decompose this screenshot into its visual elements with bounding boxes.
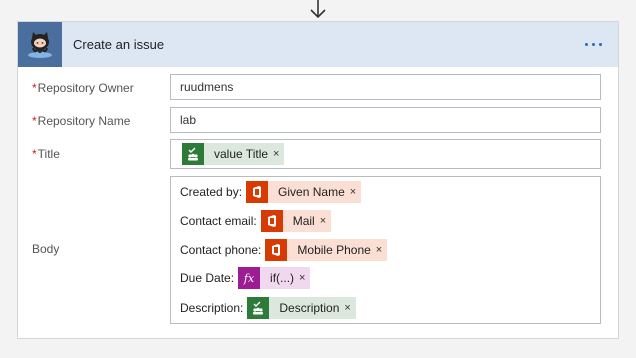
if-expression-token[interactable]: fx if(...) × xyxy=(238,267,311,289)
repository-name-input[interactable]: lab xyxy=(170,107,601,133)
create-issue-action-card: Create an issue *Repository Owner ruudme… xyxy=(17,21,619,339)
body-line-contact-phone: Contact phone: Mobile Phone × xyxy=(180,239,388,261)
remove-token-icon[interactable]: × xyxy=(349,181,362,203)
description-token[interactable]: Description × xyxy=(247,297,356,319)
title-label: *Title xyxy=(32,147,60,161)
repository-name-label-text: Repository Name xyxy=(37,114,131,128)
body-line-label: Created by: xyxy=(180,185,243,199)
body-input[interactable]: Created by: Given Name × Contact email: … xyxy=(170,176,601,324)
repository-owner-label: *Repository Owner xyxy=(32,81,134,95)
flow-down-arrow-icon xyxy=(310,0,326,19)
body-row: Body Created by: Given Name × Contact em… xyxy=(18,176,618,324)
token-label: if(...) xyxy=(260,267,300,289)
title-dynamic-token[interactable]: value Title × xyxy=(182,143,285,165)
given-name-token[interactable]: Given Name × xyxy=(246,181,362,203)
remove-token-icon[interactable]: × xyxy=(273,143,285,165)
remove-token-icon[interactable]: × xyxy=(344,297,356,319)
body-line-label: Due Date: xyxy=(180,271,235,285)
token-label: Given Name xyxy=(268,181,350,203)
title-row: *Title value Title × xyxy=(18,139,618,169)
repository-name-label: *Repository Name xyxy=(32,114,130,128)
body-line-due-date: Due Date: fx if(...) × xyxy=(180,267,311,289)
title-input[interactable]: value Title × xyxy=(170,139,601,169)
repository-owner-label-text: Repository Owner xyxy=(37,81,134,95)
token-label: Mail xyxy=(282,210,320,232)
remove-token-icon[interactable]: × xyxy=(319,210,332,232)
remove-token-icon[interactable]: × xyxy=(375,239,388,261)
action-title: Create an issue xyxy=(73,37,165,52)
repository-name-row: *Repository Name lab xyxy=(18,107,618,135)
body-line-label: Description: xyxy=(180,301,244,315)
office-icon xyxy=(260,210,283,232)
mobile-phone-token[interactable]: Mobile Phone × xyxy=(265,239,388,261)
token-label: value Title xyxy=(204,143,274,165)
repository-owner-row: *Repository Owner ruudmens xyxy=(18,74,618,102)
fx-icon: fx xyxy=(238,267,261,289)
body-line-label: Contact email: xyxy=(180,214,257,228)
body-line-label: Contact phone: xyxy=(180,243,262,257)
more-options-button[interactable] xyxy=(580,34,606,54)
body-line-created-by: Created by: Given Name × xyxy=(180,181,362,203)
forms-icon xyxy=(247,297,270,319)
more-dot-icon xyxy=(584,42,588,46)
token-label: Description xyxy=(269,297,345,319)
remove-token-icon[interactable]: × xyxy=(299,267,311,289)
mail-token[interactable]: Mail × xyxy=(260,210,332,232)
more-dot-icon xyxy=(591,42,595,46)
office-icon xyxy=(265,239,288,261)
repository-owner-input[interactable]: ruudmens xyxy=(170,74,601,100)
required-marker: * xyxy=(32,81,37,95)
office-icon xyxy=(246,181,269,203)
required-marker: * xyxy=(32,147,37,161)
forms-icon xyxy=(182,143,204,165)
body-line-description: Description: Description × xyxy=(180,297,356,319)
title-label-text: Title xyxy=(37,147,60,161)
body-label: Body xyxy=(32,242,60,256)
token-label: Mobile Phone xyxy=(287,239,376,261)
more-dot-icon xyxy=(598,42,602,46)
github-octocat-icon xyxy=(18,22,62,67)
action-card-header[interactable]: Create an issue xyxy=(18,22,618,67)
body-line-contact-email: Contact email: Mail × xyxy=(180,210,332,232)
required-marker: * xyxy=(32,114,37,128)
